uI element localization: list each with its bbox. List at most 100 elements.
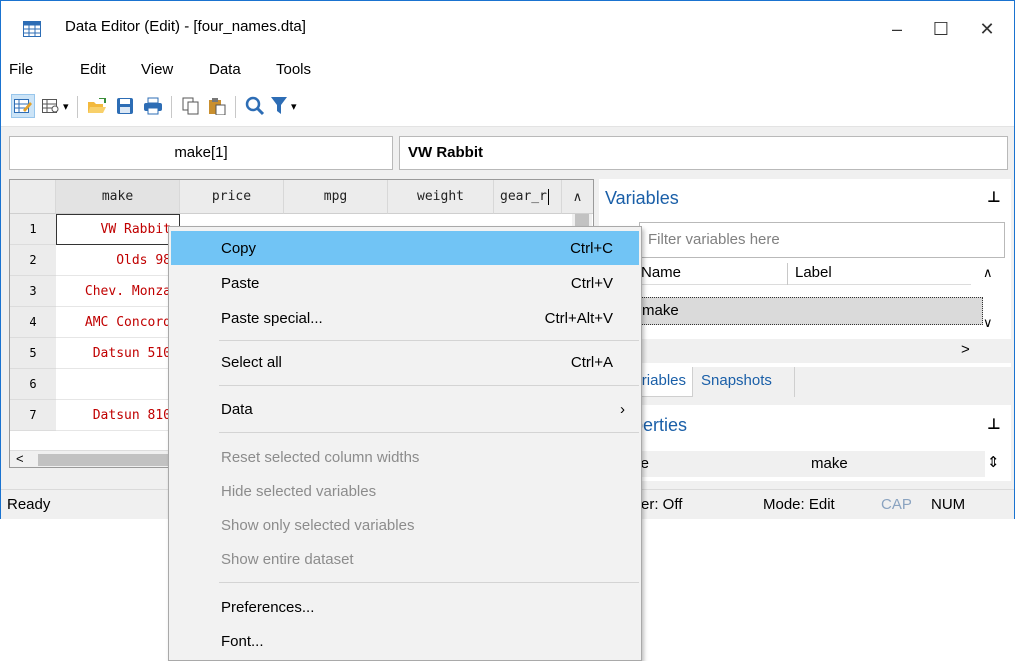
filter-dropdown-arrow[interactable]: ▾	[291, 100, 297, 113]
menu-item-label: Data	[221, 401, 253, 418]
toolbar: ▾ ▾	[1, 87, 1014, 127]
cell-make[interactable]	[56, 369, 180, 400]
menu-file[interactable]: File	[9, 61, 33, 78]
menu-item-select-all[interactable]: Select all Ctrl+A	[171, 345, 639, 379]
menu-item-shortcut: Ctrl+Alt+V	[544, 310, 613, 327]
data-editor-app-icon	[23, 21, 41, 37]
menu-item-data[interactable]: Data ›	[171, 392, 639, 426]
menu-item-preferences[interactable]: Preferences...	[171, 590, 639, 624]
property-value[interactable]: make	[811, 455, 848, 472]
status-cap: CAP	[881, 496, 912, 513]
copy-icon	[182, 97, 199, 115]
menu-separator	[219, 340, 639, 341]
row-number[interactable]: 4	[10, 307, 56, 338]
filter-icon	[271, 97, 287, 114]
status-mode: Mode: Edit	[763, 496, 835, 513]
menu-data[interactable]: Data	[209, 61, 241, 78]
cell-make[interactable]: VW Rabbit	[56, 214, 180, 245]
menu-item-label: Reset selected column widths	[221, 449, 420, 466]
column-header-mpg[interactable]: mpg	[284, 180, 388, 214]
browse-mode-button[interactable]	[39, 94, 63, 118]
menu-item-copy[interactable]: Copy Ctrl+C	[171, 231, 639, 265]
menu-item-show-entire-dataset: Show entire dataset	[171, 542, 639, 576]
close-icon: ✕	[979, 18, 995, 39]
row-number[interactable]: 1	[10, 214, 56, 245]
paste-icon	[209, 98, 226, 115]
menu-separator	[219, 582, 639, 583]
vars-hscroll-thumb	[789, 344, 791, 356]
vars-scroll-down[interactable]: ∨	[983, 315, 993, 331]
toolbar-separator	[77, 96, 78, 118]
find-button[interactable]	[243, 94, 267, 118]
edit-mode-icon	[14, 99, 32, 113]
close-button[interactable]: ✕	[965, 11, 1009, 47]
cell-make[interactable]: Olds 98	[56, 245, 180, 276]
properties-spin-icon[interactable]: ⇕	[987, 453, 1000, 471]
open-button[interactable]	[85, 94, 109, 118]
variables-panel-title: Variables	[605, 188, 679, 208]
pin-icon[interactable]: ⊥	[987, 188, 1001, 206]
panel-tabs: Variables Snapshots	[599, 367, 1011, 397]
column-header-weight[interactable]: weight	[388, 180, 494, 214]
vars-horizontal-scrollbar[interactable]: >	[639, 339, 1011, 363]
paste-button[interactable]	[205, 94, 229, 118]
variables-panel: Variables ⊥ Name Label make ∧ ∨ >	[599, 179, 1011, 369]
filter-variables-input[interactable]: Filter variables here	[639, 222, 1005, 258]
toolbar-separator	[235, 96, 236, 118]
print-button[interactable]	[141, 94, 165, 118]
title-bar: Data Editor (Edit) - [four_names.dta] – …	[1, 1, 1014, 53]
cell-make[interactable]: Datsun 810	[56, 400, 180, 431]
menu-item-font[interactable]: Font...	[171, 624, 639, 658]
variable-row-make[interactable]: make	[639, 297, 983, 325]
menu-item-label: Select all	[221, 354, 282, 371]
header-divider	[787, 263, 788, 285]
column-header-gear-ratio[interactable]: gear_r	[494, 180, 562, 214]
menu-separator	[219, 385, 639, 386]
column-header-make[interactable]: make	[56, 180, 180, 214]
column-header-label: gear_r	[500, 189, 547, 204]
menu-item-label: Paste	[221, 275, 260, 292]
edit-mode-button[interactable]	[11, 94, 35, 118]
menu-item-paste[interactable]: Paste Ctrl+V	[171, 266, 639, 300]
minimize-button[interactable]: –	[875, 11, 919, 47]
find-icon	[245, 96, 265, 116]
cell-make[interactable]: Datsun 510	[56, 338, 180, 369]
row-number[interactable]: 7	[10, 400, 56, 431]
row-number[interactable]: 6	[10, 369, 56, 400]
vars-scroll-right[interactable]: >	[961, 341, 970, 358]
label-header[interactable]: Label	[795, 264, 832, 281]
grid-corner[interactable]	[10, 180, 56, 214]
scroll-up-button[interactable]: ∧	[562, 180, 593, 214]
pin-icon[interactable]: ⊥	[987, 415, 1001, 433]
name-header[interactable]: Name	[641, 264, 681, 281]
cell-make[interactable]: AMC Concord	[56, 307, 180, 338]
row-number[interactable]: 3	[10, 276, 56, 307]
menu-separator	[219, 432, 639, 433]
row-number[interactable]: 5	[10, 338, 56, 369]
vars-scroll-up[interactable]: ∧	[983, 265, 993, 281]
maximize-button[interactable]: ☐	[919, 11, 963, 47]
copy-button[interactable]	[179, 94, 203, 118]
menu-item-label: Show entire dataset	[221, 551, 354, 568]
menu-tools[interactable]: Tools	[276, 61, 311, 78]
menu-item-reset-column-widths: Reset selected column widths	[171, 440, 639, 474]
property-row-name[interactable]: Name make	[605, 451, 985, 477]
menu-item-paste-special[interactable]: Paste special... Ctrl+Alt+V	[171, 301, 639, 335]
scroll-left-button[interactable]: <	[16, 451, 24, 466]
save-button[interactable]	[113, 94, 137, 118]
menu-item-label: Show only selected variables	[221, 517, 415, 534]
status-ready: Ready	[7, 496, 51, 513]
horizontal-scroll-thumb[interactable]	[38, 454, 168, 466]
browse-dropdown-arrow[interactable]: ▾	[63, 100, 69, 113]
menu-view[interactable]: View	[141, 61, 173, 78]
row-number[interactable]: 2	[10, 245, 56, 276]
properties-panel: Properties ⊥ Name make ⇕	[599, 405, 1011, 481]
submenu-arrow-icon: ›	[620, 401, 625, 418]
column-header-price[interactable]: price	[180, 180, 284, 214]
menu-item-show-only-selected: Show only selected variables	[171, 508, 639, 542]
cell-value-field[interactable]: VW Rabbit	[399, 136, 1008, 170]
menu-edit[interactable]: Edit	[80, 61, 106, 78]
cell-make[interactable]: Chev. Monza	[56, 276, 180, 307]
tab-snapshots[interactable]: Snapshots	[695, 367, 795, 397]
filter-button[interactable]	[267, 94, 291, 118]
